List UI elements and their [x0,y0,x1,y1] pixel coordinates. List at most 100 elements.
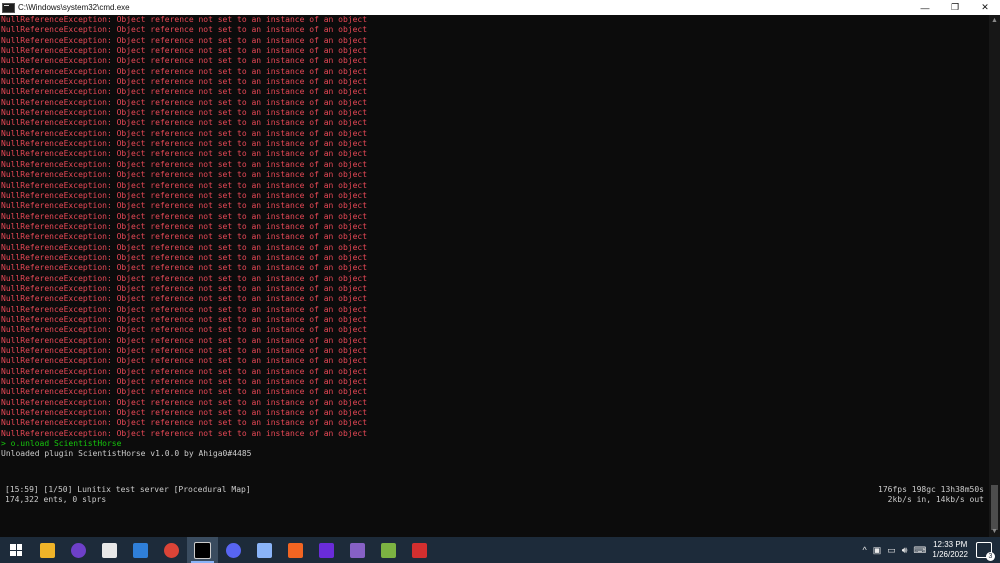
taskbar-app-11[interactable] [373,537,404,563]
scroll-down-icon[interactable]: ▼ [991,528,998,535]
display-icon[interactable]: ▭ [887,545,896,556]
error-line: NullReferenceException: Object reference… [1,87,368,97]
error-line: NullReferenceException: Object reference… [1,170,368,180]
window-controls: — ❐ ✕ [910,0,1000,15]
taskbar-app-4[interactable] [156,537,187,563]
error-line: NullReferenceException: Object reference… [1,25,368,35]
taskbar-app-7[interactable] [249,537,280,563]
error-line: NullReferenceException: Object reference… [1,325,368,335]
minimize-button[interactable]: — [910,0,940,15]
error-line: NullReferenceException: Object reference… [1,56,368,66]
notification-badge: 3 [986,552,995,561]
taskbar-app-10[interactable] [342,537,373,563]
command-line: > o.unload ScientistHorse [1,439,122,449]
error-line: NullReferenceException: Object reference… [1,314,368,324]
error-line: NullReferenceException: Object reference… [1,211,368,221]
error-line: NullReferenceException: Object reference… [1,128,368,138]
clock-date: 1/26/2022 [932,550,968,559]
error-line: NullReferenceException: Object reference… [1,201,368,211]
start-button[interactable] [0,537,32,563]
server-status-left: [15:59] [1/50] Lunitix test server [Proc… [5,485,251,505]
error-line: NullReferenceException: Object reference… [1,335,368,345]
error-line: NullReferenceException: Object reference… [1,283,368,293]
error-line: NullReferenceException: Object reference… [1,366,368,376]
taskbar-app-2[interactable] [94,537,125,563]
file-explorer-icon [40,542,55,558]
error-line: NullReferenceException: Object reference… [1,15,368,24]
error-line: NullReferenceException: Object reference… [1,190,368,200]
network-icon[interactable]: ▣ [873,545,882,556]
status-right-line1: 176fps 198gc 13h38m50s [878,485,984,494]
error-line: NullReferenceException: Object reference… [1,180,368,190]
system-tray: ^ ▣ ▭ 🔊︎ ⌨ 12:33 PM 1/26/2022 3 [862,537,1000,563]
status-left-line2: 174,322 ents, 0 slprs [5,495,107,504]
scroll-up-icon[interactable]: ▲ [991,17,998,24]
taskbar-app-5[interactable] [187,537,218,563]
browser-icon [226,542,241,558]
editor-icon [381,542,396,558]
tray-overflow-chevron-icon[interactable]: ^ [862,545,866,555]
settings-app-icon [288,542,303,558]
windows-logo-icon [10,544,22,556]
error-line: NullReferenceException: Object reference… [1,377,368,387]
console-output[interactable]: NullReferenceException: Object reference… [0,15,989,537]
red-app-icon [412,542,427,558]
taskbar-app-0[interactable] [32,537,63,563]
error-line: NullReferenceException: Object reference… [1,263,368,273]
maximize-button[interactable]: ❐ [940,0,970,15]
error-line: NullReferenceException: Object reference… [1,242,368,252]
visual-studio-icon [350,542,365,558]
error-line: NullReferenceException: Object reference… [1,346,368,355]
window-title: C:\Windows\system32\cmd.exe [18,3,130,12]
taskbar-app-9[interactable] [311,537,342,563]
error-line: NullReferenceException: Object reference… [1,294,368,304]
error-line: NullReferenceException: Object reference… [1,397,368,407]
status-right-line2: 2kb/s in, 14kb/s out [887,495,984,504]
taskbar-app-1[interactable] [63,537,94,563]
app-icon [319,542,334,558]
taskbar-app-6[interactable] [218,537,249,563]
taskbar-apps [32,537,435,563]
clock-time: 12:33 PM [933,540,968,549]
window-titlebar: C:\Windows\system32\cmd.exe — ❐ ✕ [0,0,1000,15]
error-line: NullReferenceException: Object reference… [1,428,368,438]
tool-icon [257,542,272,558]
mail-icon [133,542,148,558]
scroll-thumb[interactable] [991,485,998,530]
close-button[interactable]: ✕ [970,0,1000,15]
notification-center-icon[interactable]: 3 [976,542,995,561]
status-left-line1: [15:59] [1/50] Lunitix test server [Proc… [5,485,251,494]
error-line: NullReferenceException: Object reference… [1,118,368,128]
error-line: NullReferenceException: Object reference… [1,35,368,45]
error-line: NullReferenceException: Object reference… [1,304,368,314]
taskbar-app-8[interactable] [280,537,311,563]
error-line: NullReferenceException: Object reference… [1,232,368,242]
error-line: NullReferenceException: Object reference… [1,46,368,56]
error-line: NullReferenceException: Object reference… [1,408,368,418]
error-line: NullReferenceException: Object reference… [1,273,368,283]
cmd-icon [2,2,15,13]
chrome-icon [164,542,179,558]
error-line: NullReferenceException: Object reference… [1,149,368,159]
taskbar-app-3[interactable] [125,537,156,563]
error-line: NullReferenceException: Object reference… [1,97,368,107]
keyboard-icon[interactable]: ⌨ [913,545,926,556]
taskbar: ^ ▣ ▭ 🔊︎ ⌨ 12:33 PM 1/26/2022 3 [0,537,1000,563]
error-line: NullReferenceException: Object reference… [1,108,368,118]
error-line: NullReferenceException: Object reference… [1,356,368,366]
server-status-right: 176fps 198gc 13h38m50s 2kb/s in, 14kb/s o… [878,485,984,505]
github-desktop-icon [71,542,86,558]
volume-icon[interactable]: 🔊︎ [902,545,908,556]
terminal-icon [194,541,211,559]
output-line: Unloaded plugin ScientistHorse v1.0.0 by… [1,449,252,459]
clock[interactable]: 12:33 PM 1/26/2022 [932,540,968,560]
error-line: NullReferenceException: Object reference… [1,252,368,262]
error-line: NullReferenceException: Object reference… [1,221,368,231]
error-line: NullReferenceException: Object reference… [1,139,368,149]
taskbar-app-12[interactable] [404,537,435,563]
error-line: NullReferenceException: Object reference… [1,66,368,76]
console-scrollbar[interactable]: ▲ ▼ [989,15,1000,537]
error-line: NullReferenceException: Object reference… [1,77,368,87]
error-line: NullReferenceException: Object reference… [1,418,368,428]
error-line: NullReferenceException: Object reference… [1,159,368,169]
